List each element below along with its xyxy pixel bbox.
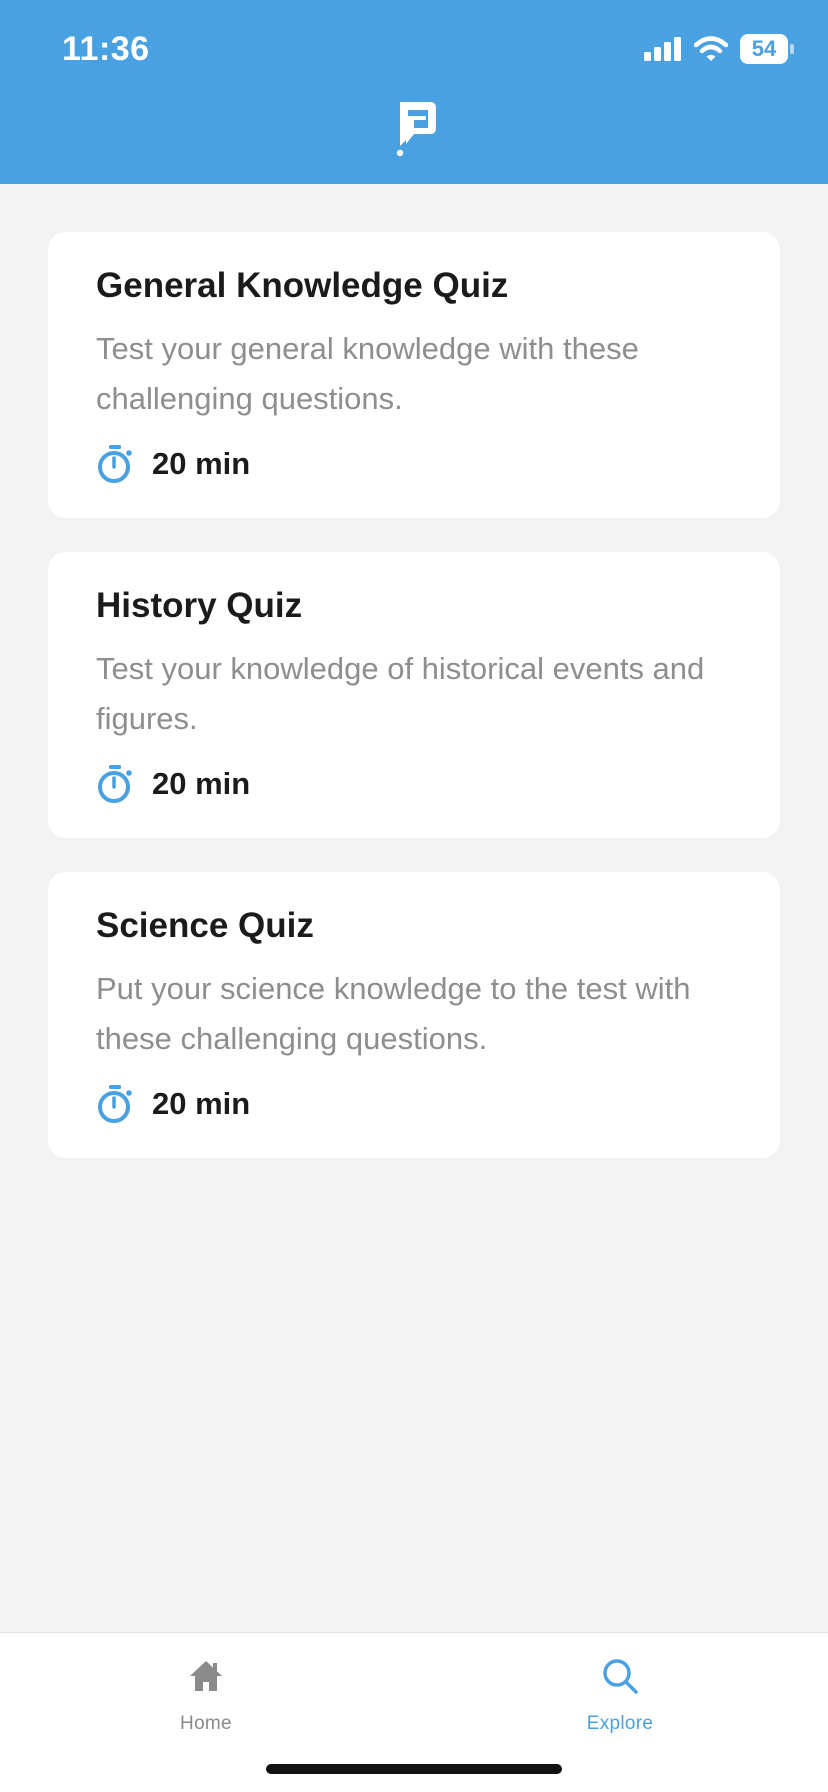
quiz-description: Test your knowledge of historical events… [96, 651, 705, 736]
stopwatch-icon [96, 1084, 134, 1124]
status-time: 11:36 [62, 30, 150, 68]
quiz-duration-row: 20 min [96, 764, 250, 804]
battery-icon: 54 [740, 34, 794, 64]
quiz-title: History Quiz [96, 586, 303, 625]
quiz-duration-row: 20 min [96, 1084, 250, 1124]
quiz-duration-row: 20 min [96, 444, 250, 484]
tab-explore-label: Explore [586, 1713, 654, 1734]
tab-home-label: Home [180, 1713, 232, 1734]
home-indicator [266, 1764, 562, 1774]
tab-home[interactable]: Home [126, 1651, 286, 1751]
search-icon [601, 1651, 639, 1701]
status-icons: 54 [644, 34, 794, 64]
battery-level: 54 [751, 36, 777, 61]
quiz-card-history[interactable]: History Quiz Test your knowledge of hist… [48, 552, 780, 838]
app-screen: 11:36 54 General Knowledge Quiz Test you… [0, 0, 828, 1792]
tab-explore[interactable]: Explore [540, 1651, 700, 1751]
quiz-duration: 20 min [152, 1086, 251, 1121]
header: 11:36 54 [0, 0, 828, 184]
quiz-title: General Knowledge Quiz [96, 266, 509, 305]
stopwatch-icon [96, 764, 134, 804]
quiz-description: Test your general knowledge with these c… [96, 331, 639, 416]
home-icon [188, 1651, 224, 1701]
wifi-icon [694, 36, 728, 62]
quiz-duration: 20 min [152, 766, 251, 801]
quiz-card-science[interactable]: Science Quiz Put your science knowledge … [48, 872, 780, 1158]
flag-p-logo [392, 98, 438, 158]
quiz-duration: 20 min [152, 446, 251, 481]
quiz-title: Science Quiz [96, 906, 314, 945]
stopwatch-icon [96, 444, 134, 484]
quiz-description: Put your science knowledge to the test w… [96, 971, 691, 1056]
cellular-signal-icon [644, 37, 682, 61]
quiz-card-general-knowledge[interactable]: General Knowledge Quiz Test your general… [48, 232, 780, 518]
